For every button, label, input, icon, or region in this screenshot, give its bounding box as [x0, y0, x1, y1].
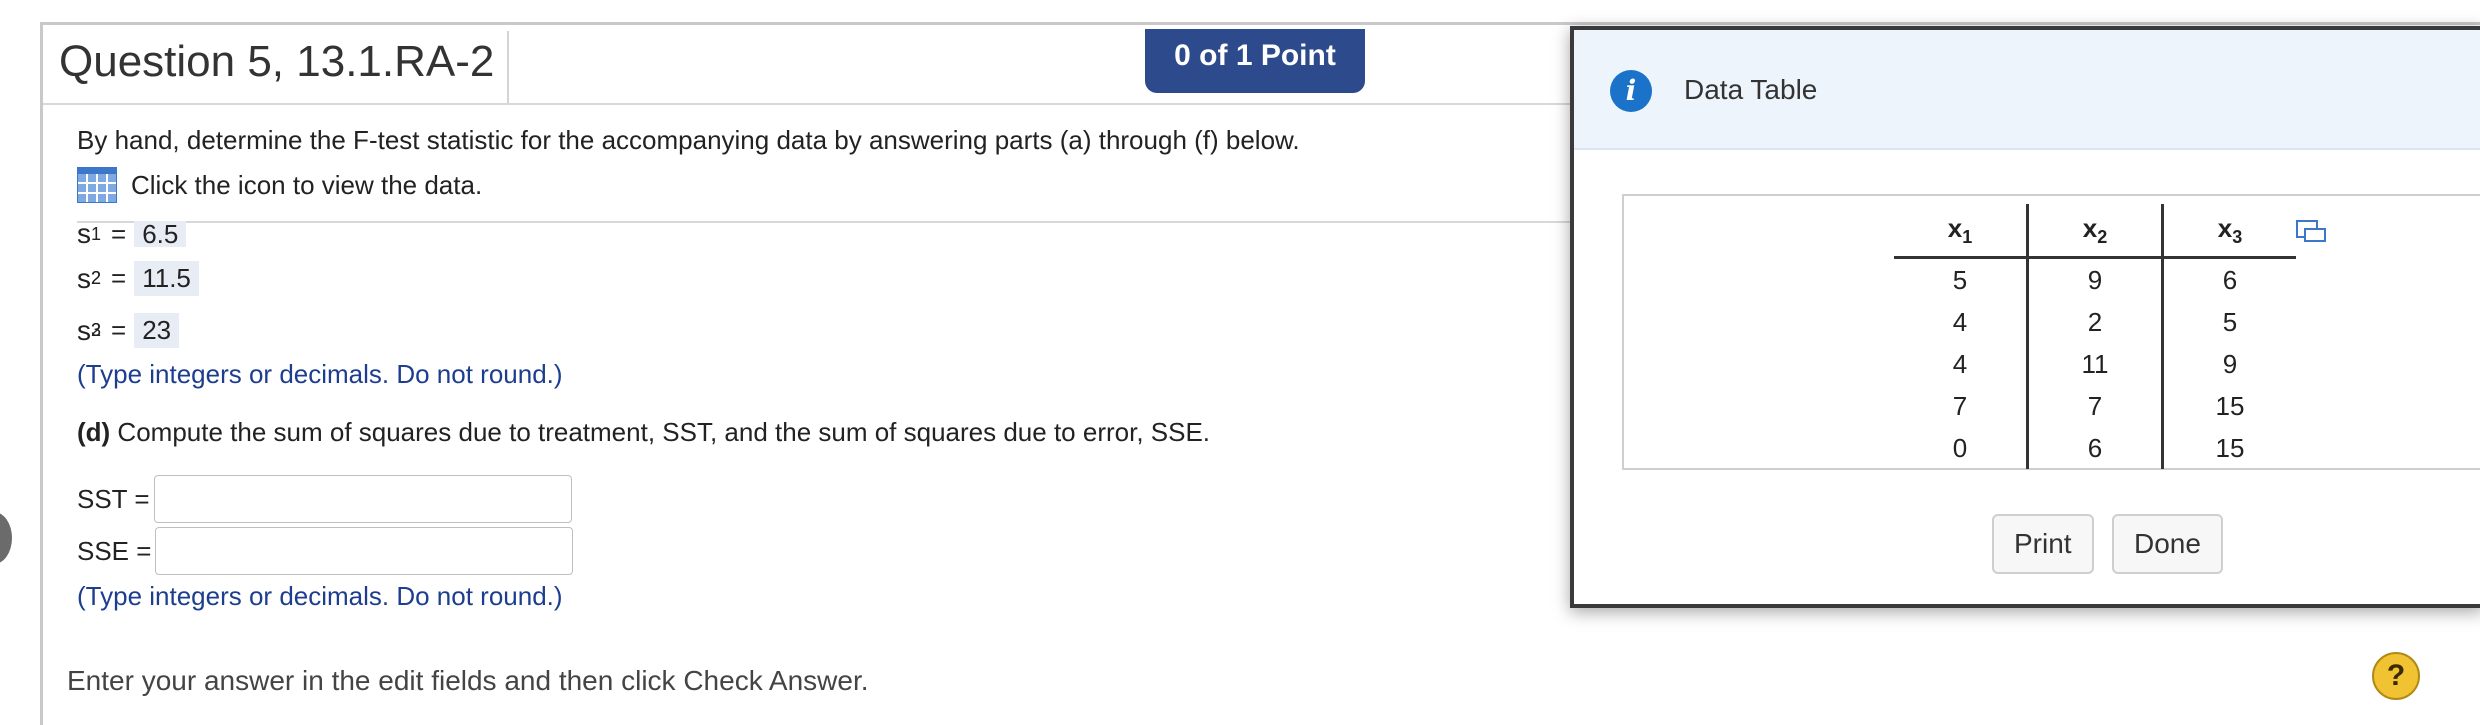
content-divider — [77, 221, 1577, 223]
data-table: x1 x2 x3 5 9 6 4 2 5 4 11 9 7 7 15 0 6 1… — [1894, 204, 2296, 469]
data-table-icon[interactable] — [77, 167, 117, 203]
help-icon[interactable]: ? — [2372, 652, 2420, 700]
table-header-row: x1 x2 x3 — [1894, 204, 2296, 259]
done-button[interactable]: Done — [2112, 514, 2223, 574]
table-cell: 6 — [2026, 427, 2163, 469]
table-cell: 0 — [1952, 432, 1968, 463]
column-header-x1: x1 — [1894, 204, 2028, 259]
column-header-x2: x2 — [2026, 204, 2163, 259]
data-link-text: Click the icon to view the data. — [131, 169, 483, 200]
table-cell: 5 — [1952, 264, 1968, 295]
question-instructions: By hand, determine the F-test statistic … — [77, 125, 1300, 155]
data-table-dialog: i Data Table x1 x2 x3 5 9 6 4 2 5 4 11 9… — [1570, 26, 2480, 608]
variance-row-1: s1 = 6.5 — [77, 221, 187, 247]
footer-instruction: Enter your answer in the edit fields and… — [67, 665, 869, 696]
copy-to-clipboard-icon[interactable] — [2296, 220, 2326, 242]
sse-label: SSE = — [77, 535, 152, 566]
info-icon: i — [1610, 70, 1652, 112]
sst-row: SST = — [77, 475, 572, 523]
data-table-frame: x1 x2 x3 5 9 6 4 2 5 4 11 9 7 7 15 0 6 1… — [1622, 194, 2480, 470]
part-d-text: Compute the sum of squares due to treatm… — [110, 417, 1211, 447]
answer-hint: (Type integers or decimals. Do not round… — [77, 581, 563, 611]
column-header-x3: x3 — [2161, 204, 2296, 259]
table-cell: 15 — [2161, 427, 2296, 469]
table-cell: 5 — [2161, 301, 2296, 343]
sse-input[interactable] — [155, 527, 574, 575]
table-row: 4 2 5 — [1894, 301, 2296, 343]
table-row: 7 7 15 — [1894, 385, 2296, 427]
table-cell: 4 — [1952, 306, 1968, 337]
points-badge: 0 of 1 Point — [1145, 29, 1365, 93]
question-title: Question 5, 13.1.RA-2 — [59, 37, 495, 86]
table-cell: 2 — [2026, 301, 2163, 343]
variance-symbol: s — [77, 221, 91, 247]
data-link-row[interactable]: Click the icon to view the data. — [77, 167, 482, 203]
equals-sign: = — [111, 315, 127, 345]
equals-sign: = — [111, 263, 127, 293]
variance-value: 23 — [134, 313, 180, 348]
table-cell: 4 — [1952, 348, 1968, 379]
table-row: 5 9 6 — [1894, 257, 2296, 301]
table-cell: 6 — [2161, 257, 2296, 301]
table-cell: 7 — [1952, 390, 1968, 421]
variance-value: 11.5 — [134, 261, 199, 296]
equals-sign: = — [111, 221, 127, 247]
sst-label: SST = — [77, 483, 150, 514]
table-cell: 9 — [2161, 343, 2296, 385]
part-d-label: (d) — [77, 417, 111, 447]
title-divider — [507, 31, 509, 105]
dialog-header: i Data Table — [1574, 30, 2480, 150]
variance-row-2: s22 = 11.5 — [77, 261, 199, 296]
dialog-title: Data Table — [1684, 74, 1818, 105]
variance-symbol: s — [77, 314, 91, 346]
variance-symbol: s — [77, 262, 91, 294]
table-cell: 9 — [2026, 257, 2163, 301]
header-divider — [43, 103, 1573, 105]
table-cell: 7 — [2026, 385, 2163, 427]
print-button[interactable]: Print — [1992, 514, 2094, 574]
table-cell: 11 — [2026, 343, 2163, 385]
variance-value: 6.5 — [134, 221, 187, 247]
table-row: 4 11 9 — [1894, 343, 2296, 385]
left-gutter — [0, 0, 40, 700]
table-cell: 15 — [2161, 385, 2296, 427]
variance-hint: (Type integers or decimals. Do not round… — [77, 359, 563, 389]
variance-superscript: 2 — [91, 268, 102, 288]
sst-input[interactable] — [153, 475, 572, 523]
variance-subscript: 1 — [91, 223, 102, 244]
part-d-prompt: (d) Compute the sum of squares due to tr… — [77, 417, 1210, 448]
variance-row-3: s32 = 23 — [77, 313, 180, 348]
variance-superscript: 2 — [91, 320, 102, 340]
table-row: 0 6 15 — [1894, 427, 2296, 469]
sse-row: SSE = — [77, 527, 574, 575]
